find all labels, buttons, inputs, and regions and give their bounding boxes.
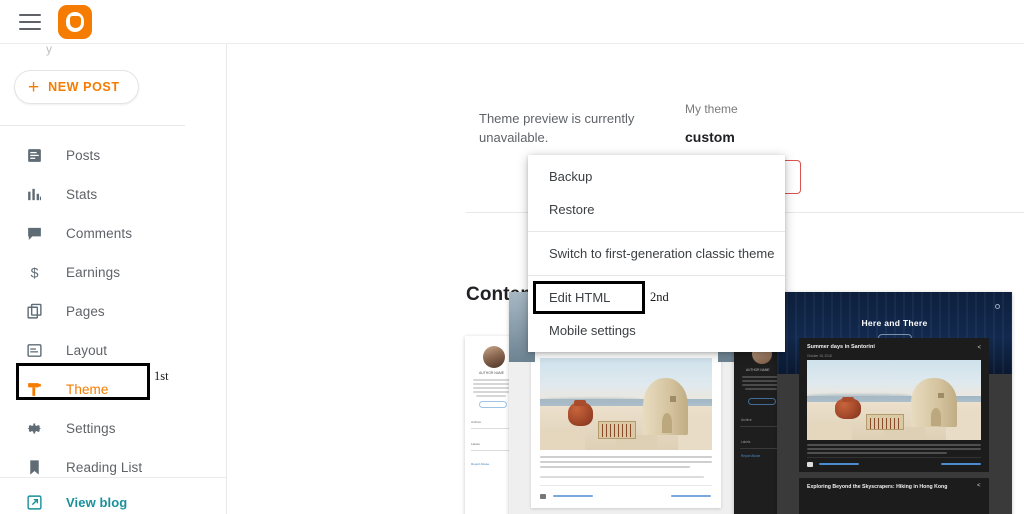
archive-row-label: Archive bbox=[471, 420, 482, 424]
view-blog-divider bbox=[0, 477, 226, 478]
external-link-icon bbox=[24, 492, 44, 512]
sidebar-item-stats[interactable]: Stats bbox=[0, 175, 226, 214]
follow-button[interactable] bbox=[748, 398, 776, 405]
new-post-button[interactable]: + NEW POST bbox=[14, 70, 139, 104]
menu-item-restore[interactable]: Restore bbox=[528, 193, 785, 226]
sidebar-item-label: Settings bbox=[66, 421, 116, 436]
sidebar-item-comments[interactable]: Comments bbox=[0, 214, 226, 253]
comments-icon bbox=[24, 224, 44, 244]
menu-separator bbox=[528, 231, 785, 232]
left-sidebar: y + NEW POST Posts Stats Comments $ Earn… bbox=[0, 44, 227, 514]
sidebar-item-label: Reading List bbox=[66, 460, 143, 475]
sidebar-item-posts[interactable]: Posts bbox=[0, 136, 226, 175]
preview-post-image bbox=[807, 360, 981, 440]
follow-button[interactable] bbox=[479, 401, 507, 408]
sidebar-item-label: Earnings bbox=[66, 265, 121, 280]
my-theme-value: custom bbox=[685, 129, 735, 145]
top-app-bar bbox=[0, 0, 1024, 44]
avatar bbox=[483, 346, 505, 368]
menu-item-mobile-settings[interactable]: Mobile settings bbox=[528, 314, 785, 347]
view-blog-button[interactable]: View blog bbox=[24, 484, 127, 514]
sidebar-item-pages[interactable]: Pages bbox=[0, 292, 226, 331]
sidebar-item-layout[interactable]: Layout bbox=[0, 331, 226, 370]
sidebar-item-theme[interactable]: Theme bbox=[0, 370, 226, 409]
search-icon[interactable] bbox=[995, 304, 1000, 309]
preview-post-title: Summer days in Santorini bbox=[807, 344, 875, 350]
report-abuse-link[interactable]: Report Abuse bbox=[471, 462, 489, 466]
archive-row-label: Archive bbox=[741, 418, 752, 422]
layout-icon bbox=[24, 341, 44, 361]
share-icon[interactable]: < bbox=[977, 345, 981, 351]
menu-separator bbox=[528, 275, 785, 276]
comment-icon bbox=[540, 494, 546, 499]
report-abuse-link[interactable]: Report Abuse bbox=[741, 454, 760, 458]
preview-blog-title: Here and There bbox=[861, 318, 928, 328]
comment-icon bbox=[807, 462, 813, 467]
sidebar-item-reading-list[interactable]: Reading List bbox=[0, 448, 226, 487]
preview-post-image bbox=[540, 358, 712, 450]
preview-post-card: Summer days in Santorini < October 18, 2… bbox=[799, 338, 989, 472]
sidebar-item-label: Layout bbox=[66, 343, 108, 358]
svg-text:$: $ bbox=[30, 265, 38, 281]
sidebar-item-label: Posts bbox=[66, 148, 101, 163]
theme-options-menu: Backup Restore Switch to first-generatio… bbox=[528, 155, 785, 352]
new-post-label: NEW POST bbox=[48, 80, 120, 94]
sidebar-item-label: Comments bbox=[66, 226, 133, 241]
author-name: AUTHOR NAME bbox=[746, 368, 770, 372]
hamburger-menu-icon[interactable] bbox=[19, 13, 41, 30]
theme-icon bbox=[24, 380, 44, 400]
stats-icon bbox=[24, 185, 44, 205]
blogger-logo-icon[interactable] bbox=[58, 4, 92, 39]
annotation-label-1st: 1st bbox=[154, 369, 169, 383]
theme-thumbnail-dark-main[interactable]: Here and There Summer days in Santorini … bbox=[777, 292, 1012, 514]
sidebar-item-settings[interactable]: Settings bbox=[0, 409, 226, 448]
sidebar-nav-list: Posts Stats Comments $ Earnings Pages La… bbox=[0, 136, 226, 487]
sidebar-item-label: Pages bbox=[66, 304, 105, 319]
sidebar-item-label: Stats bbox=[66, 187, 98, 202]
sidebar-divider bbox=[0, 125, 185, 126]
blogger-dashboard: y + NEW POST Posts Stats Comments $ Earn… bbox=[0, 0, 1024, 514]
annotation-label-2nd: 2nd bbox=[650, 290, 669, 304]
labels-row-label: Labels bbox=[471, 442, 480, 446]
my-theme-label: My theme bbox=[685, 102, 738, 116]
preview-post-card: October 18, 2018 bbox=[531, 340, 721, 508]
sidebar-item-label: Theme bbox=[66, 382, 109, 397]
theme-preview-message: Theme preview is currently unavailable. bbox=[479, 111, 635, 145]
share-icon[interactable]: < bbox=[977, 483, 981, 489]
menu-item-backup[interactable]: Backup bbox=[528, 160, 785, 193]
posts-icon bbox=[24, 146, 44, 166]
reading-list-icon bbox=[24, 458, 44, 478]
preview-post-date: October 18, 2018 bbox=[807, 354, 832, 358]
menu-item-switch-classic-theme[interactable]: Switch to first-generation classic theme bbox=[528, 237, 785, 270]
sidebar-item-earnings[interactable]: $ Earnings bbox=[0, 253, 226, 292]
earnings-icon: $ bbox=[24, 263, 44, 283]
plus-icon: + bbox=[28, 76, 40, 98]
blogger-logo-eye bbox=[70, 15, 75, 21]
pages-icon bbox=[24, 302, 44, 322]
labels-row-label: Labels bbox=[741, 440, 751, 444]
settings-icon bbox=[24, 419, 44, 439]
author-name: AUTHOR NAME bbox=[479, 371, 505, 375]
blog-name-truncated: y bbox=[46, 44, 52, 56]
view-blog-label: View blog bbox=[66, 494, 128, 510]
preview-post-title-2: Exploring Beyond the Skyscrapers: Hiking… bbox=[807, 484, 948, 490]
